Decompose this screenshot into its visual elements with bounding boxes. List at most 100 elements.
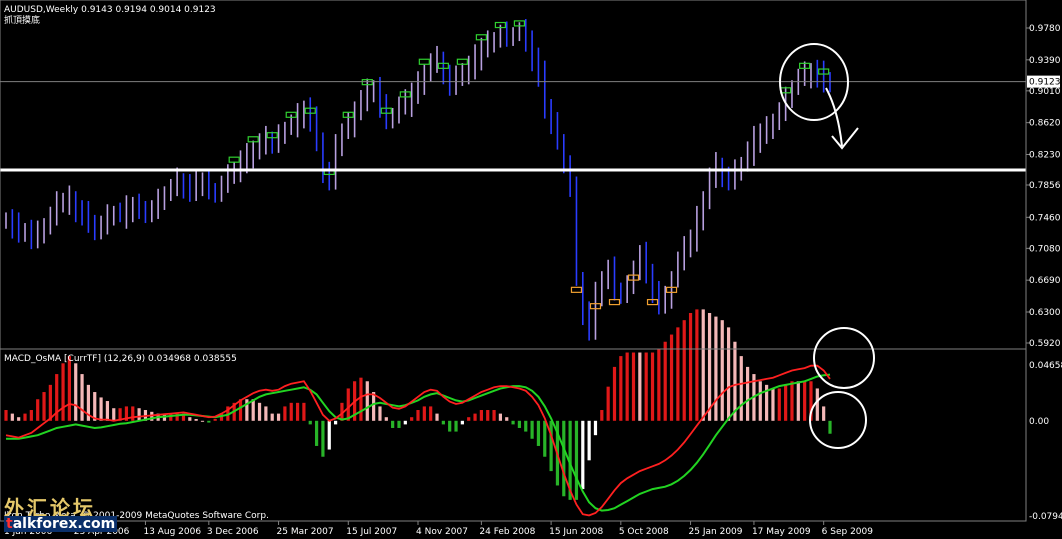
- osma-histogram-bar: [682, 320, 686, 421]
- osma-histogram-bar: [422, 406, 426, 421]
- osma-histogram-bar: [429, 406, 433, 421]
- chart-subtitle: 抓頂摸底: [4, 14, 40, 26]
- osma-histogram-bar: [378, 406, 382, 421]
- osma-histogram-bar: [74, 363, 78, 421]
- osma-histogram-bar: [448, 420, 452, 432]
- osma-histogram-bar: [36, 399, 40, 421]
- price-y-tick-label: 0.6300: [1029, 308, 1061, 318]
- osma-histogram-bar: [479, 410, 483, 421]
- osma-histogram-bar: [726, 327, 731, 421]
- osma-histogram-bar: [486, 410, 490, 421]
- osma-histogram-bar: [562, 420, 566, 497]
- osma-histogram-bar: [308, 420, 312, 425]
- osma-histogram-bar: [48, 384, 52, 421]
- osma-histogram-bar: [4, 410, 8, 421]
- osma-histogram-bar: [619, 356, 623, 421]
- osma-histogram-bar: [257, 402, 262, 421]
- osma-histogram-bar: [61, 363, 65, 421]
- osma-histogram-bar: [771, 388, 775, 421]
- osma-histogram-bar: [746, 366, 750, 421]
- osma-histogram-bar: [498, 413, 502, 421]
- osma-histogram-bar: [17, 417, 21, 421]
- osma-histogram-bar: [194, 418, 198, 421]
- price-y-tick-label: 0.7856: [1029, 181, 1061, 191]
- osma-histogram-bar: [517, 420, 522, 428]
- osma-histogram-bar: [207, 420, 211, 423]
- osma-histogram-bar: [828, 420, 832, 434]
- osma-histogram-bar: [251, 399, 255, 421]
- osma-histogram-bar: [473, 413, 477, 421]
- forum-watermark-url: talkforex.com: [4, 516, 118, 532]
- osma-histogram-bar: [581, 420, 585, 490]
- osma-histogram-bar: [67, 356, 71, 421]
- osma-histogram-bar: [302, 402, 306, 421]
- osma-histogram-bar: [365, 381, 369, 421]
- osma-histogram-bar: [758, 381, 762, 421]
- osma-histogram-bar: [200, 420, 205, 422]
- x-tick-label: 4 Nov 2007: [416, 527, 468, 537]
- price-y-tick-label: 0.9390: [1029, 56, 1061, 66]
- price-y-tick-label: 0.6690: [1029, 276, 1061, 286]
- watermark-url-rest: alkforex.com: [12, 516, 116, 532]
- osma-histogram-bar: [42, 392, 46, 421]
- osma-histogram-bar: [657, 348, 661, 421]
- osma-histogram-bar: [105, 401, 110, 421]
- watermark-url-prefix: t: [6, 516, 13, 532]
- osma-histogram-bar: [372, 392, 376, 421]
- osma-histogram-bar: [454, 420, 458, 432]
- osma-histogram-bar: [625, 352, 629, 421]
- osma-histogram-bar: [822, 406, 826, 421]
- osma-histogram-bar: [314, 420, 319, 446]
- osma-histogram-bar: [80, 374, 84, 421]
- osma-histogram-bar: [10, 413, 14, 421]
- osma-histogram-bar: [631, 352, 636, 421]
- price-y-tick-label: 0.7080: [1029, 244, 1061, 254]
- osma-histogram-bar: [530, 420, 534, 439]
- osma-histogram-bar: [99, 397, 103, 421]
- osma-histogram-bar: [213, 418, 217, 421]
- osma-histogram-bar: [587, 420, 591, 461]
- indicator-y-tick-label: 0.00: [1029, 417, 1049, 427]
- x-tick-label: 13 Aug 2006: [143, 527, 201, 537]
- osma-histogram-bar: [536, 420, 541, 446]
- osma-histogram-bar: [188, 417, 192, 421]
- price-y-tick-label: 0.9010: [1029, 87, 1061, 97]
- osma-histogram-bar: [777, 388, 781, 421]
- chart-background: [0, 0, 1062, 539]
- osma-histogram-bar: [606, 386, 610, 421]
- x-tick-label: 15 Jul 2007: [346, 527, 397, 537]
- osma-histogram-bar: [270, 413, 274, 421]
- osma-histogram-bar: [460, 420, 464, 425]
- osma-histogram-bar: [701, 309, 705, 421]
- osma-histogram-bar: [321, 420, 325, 457]
- osma-histogram-bar: [137, 408, 141, 421]
- osma-histogram-bar: [612, 366, 617, 421]
- x-tick-label: 15 Jun 2008: [549, 527, 603, 537]
- osma-histogram-bar: [492, 410, 496, 421]
- indicator-y-tick-label: -0.07948: [1029, 512, 1062, 522]
- x-tick-label: 5 Oct 2008: [619, 527, 669, 537]
- osma-histogram-bar: [29, 410, 33, 421]
- x-tick-label: 25 Mar 2007: [277, 527, 334, 537]
- osma-histogram-bar: [334, 420, 338, 425]
- price-y-tick-label: 0.5920: [1029, 339, 1061, 349]
- price-y-tick-label: 0.8620: [1029, 119, 1061, 129]
- indicator-y-tick-label: 0.04658: [1029, 361, 1062, 371]
- osma-histogram-bar: [688, 312, 693, 421]
- osma-histogram-bar: [593, 420, 598, 436]
- price-y-tick-label: 0.8230: [1029, 150, 1061, 160]
- osma-histogram-bar: [391, 420, 395, 428]
- osma-histogram-bar: [112, 408, 116, 421]
- osma-histogram-bar: [695, 309, 699, 421]
- osma-histogram-bar: [467, 417, 471, 421]
- osma-histogram-bar: [803, 381, 807, 421]
- chart-canvas: 0.9123 0.97800.93900.90100.86200.82300.7…: [0, 0, 1062, 539]
- osma-histogram-bar: [574, 420, 579, 500]
- osma-histogram-bar: [815, 388, 819, 421]
- osma-histogram-bar: [397, 420, 401, 428]
- osma-histogram-bar: [644, 352, 648, 421]
- osma-histogram-bar: [790, 381, 794, 421]
- osma-histogram-bar: [384, 417, 388, 421]
- osma-histogram-bar: [295, 402, 300, 421]
- osma-histogram-bar: [327, 420, 331, 450]
